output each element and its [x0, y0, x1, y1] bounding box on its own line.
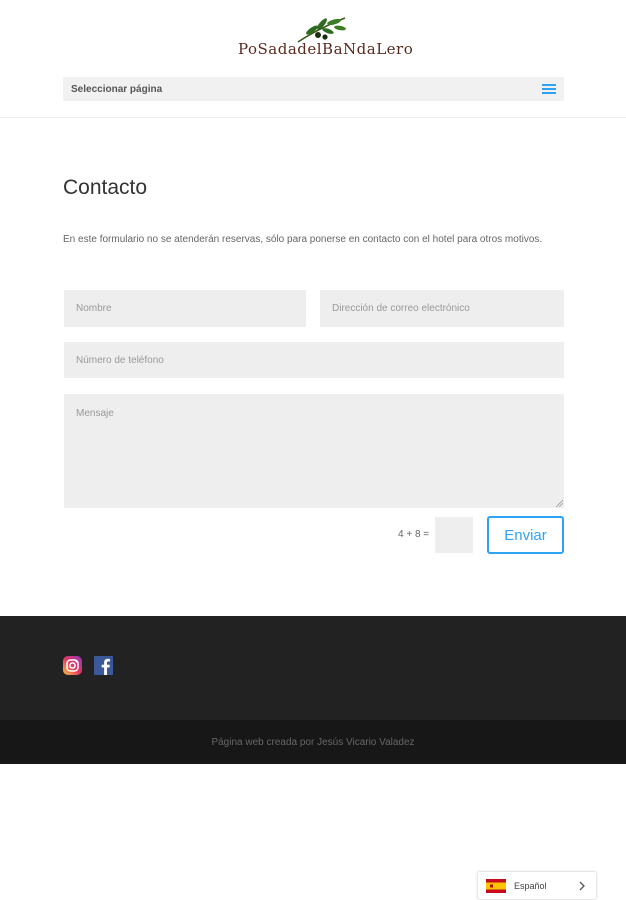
form-intro-text: En este formulario no se atenderán reser… [63, 234, 543, 245]
footer-credits: Página web creada por Jesús Vicario Vala… [211, 736, 415, 748]
captcha-input[interactable] [435, 517, 473, 553]
captcha-question: 4 + 8 = [398, 529, 430, 540]
email-placeholder: Dirección de correo electrónico [332, 303, 470, 314]
footer-bottom-bar: Página web creada por Jesús Vicario Vala… [0, 720, 626, 764]
message-placeholder: Mensaje [76, 408, 114, 419]
spain-flag-icon [486, 878, 506, 893]
instagram-icon[interactable] [63, 656, 82, 675]
site-logo[interactable]: PoSadadelBaNdaLero [238, 14, 413, 64]
chevron-right-icon [579, 881, 585, 891]
resize-grip-icon[interactable] [555, 499, 563, 507]
hamburger-menu-icon[interactable] [542, 84, 556, 94]
page-title: Contacto [63, 176, 148, 199]
site-header: PoSadadelBaNdaLero Seleccionar página [0, 0, 626, 118]
phone-field[interactable]: Número de teléfono [64, 342, 564, 378]
language-switcher[interactable]: Español [477, 871, 597, 900]
page-select-menu[interactable]: Seleccionar página [63, 77, 564, 101]
message-textarea[interactable]: Mensaje [64, 394, 564, 508]
name-field[interactable]: Nombre [64, 290, 306, 327]
page-select-label: Seleccionar página [71, 83, 163, 95]
email-field[interactable]: Dirección de correo electrónico [320, 290, 564, 327]
facebook-icon[interactable] [94, 656, 113, 675]
submit-button[interactable]: Enviar [487, 516, 564, 554]
language-label: Español [514, 880, 547, 891]
logo-text: PoSadadelBaNdaLero [238, 40, 414, 58]
name-placeholder: Nombre [76, 303, 112, 314]
phone-placeholder: Número de teléfono [76, 354, 164, 366]
site-footer: Página web creada por Jesús Vicario Vala… [0, 616, 626, 764]
